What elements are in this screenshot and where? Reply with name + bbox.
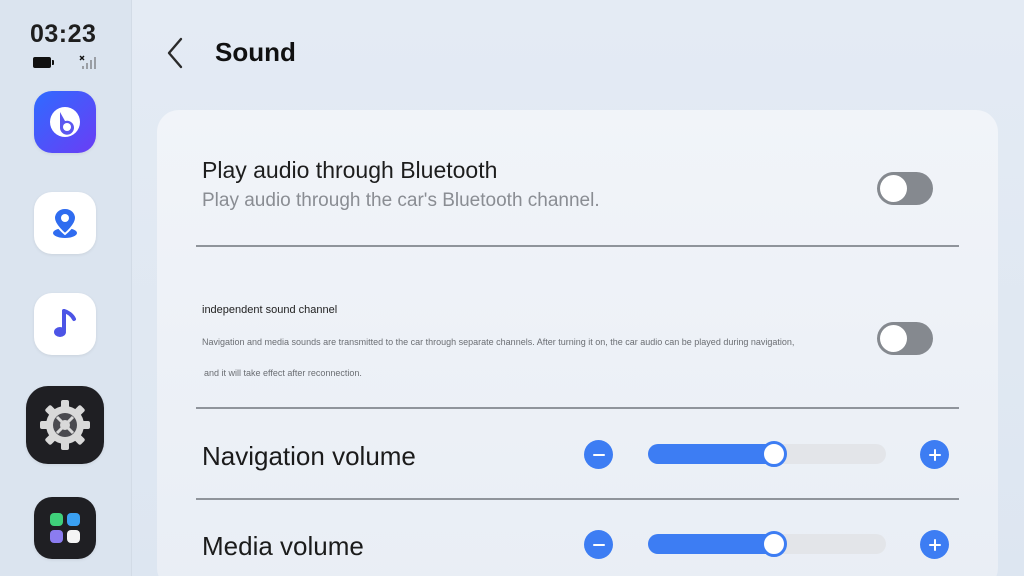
slider-fill — [648, 534, 775, 554]
status-clock: 03:23 — [30, 20, 97, 48]
bixby-icon — [50, 107, 80, 137]
bixby-app-button[interactable] — [34, 91, 96, 153]
navigation-volume-decrease-button[interactable] — [584, 440, 613, 469]
maps-app-button[interactable] — [34, 192, 96, 254]
slider-thumb[interactable] — [761, 441, 788, 467]
minus-icon — [592, 543, 605, 546]
sidebar-dock: 03:23 — [0, 0, 132, 576]
settings-app-button[interactable] — [26, 386, 104, 464]
app-library-button[interactable] — [34, 497, 96, 559]
chevron-left-icon — [167, 37, 183, 69]
plus-icon — [928, 538, 941, 551]
bluetooth-audio-row: Play audio through Bluetooth Play audio … — [157, 110, 998, 246]
slider-fill — [648, 444, 775, 464]
back-button[interactable] — [158, 34, 192, 72]
slider-thumb[interactable] — [761, 531, 788, 557]
minus-icon — [592, 453, 605, 456]
page-title: Sound — [215, 37, 296, 67]
plus-icon — [928, 448, 941, 461]
app-grid-icon — [50, 513, 80, 543]
navigation-volume-slider[interactable] — [648, 441, 886, 467]
bluetooth-audio-title: Play audio through Bluetooth — [202, 157, 498, 183]
settings-card: Play audio through Bluetooth Play audio … — [157, 110, 998, 576]
media-volume-row: Media volume — [157, 500, 998, 576]
independent-channel-description-line2: and it will take effect after reconnecti… — [204, 368, 362, 378]
navigation-volume-row: Navigation volume — [157, 409, 998, 497]
independent-channel-description-line1: Navigation and media sounds are transmit… — [202, 337, 795, 347]
media-volume-decrease-button[interactable] — [584, 530, 613, 559]
navigation-volume-increase-button[interactable] — [920, 440, 949, 469]
bluetooth-audio-description: Play audio through the car's Bluetooth c… — [202, 190, 600, 211]
music-note-icon — [54, 309, 76, 337]
map-pin-icon — [52, 206, 78, 238]
toggle-knob — [880, 325, 907, 352]
music-app-button[interactable] — [34, 293, 96, 355]
independent-channel-title: independent sound channel — [202, 304, 338, 316]
media-volume-increase-button[interactable] — [920, 530, 949, 559]
gear-icon — [40, 400, 90, 450]
battery-icon — [33, 57, 54, 68]
media-volume-slider[interactable] — [648, 531, 886, 557]
no-signal-icon — [79, 55, 96, 69]
navigation-volume-label: Navigation volume — [202, 441, 416, 471]
independent-channel-row: independent sound channel Navigation and… — [157, 247, 998, 407]
independent-channel-toggle[interactable] — [877, 322, 933, 355]
toggle-knob — [880, 175, 907, 202]
bluetooth-audio-toggle[interactable] — [877, 172, 933, 205]
media-volume-label: Media volume — [202, 531, 364, 561]
